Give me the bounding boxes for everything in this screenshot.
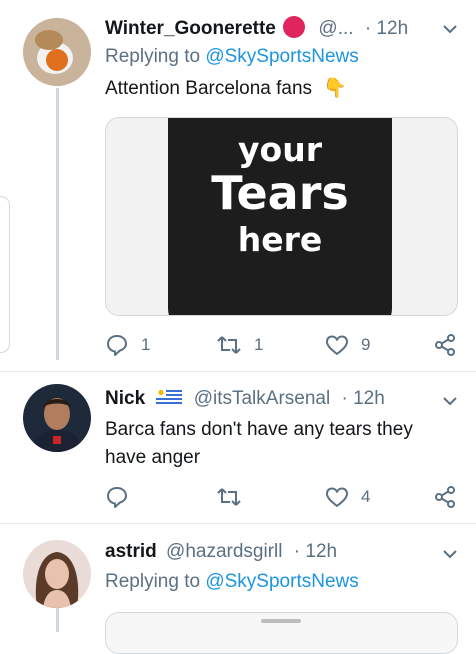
like-button[interactable]: 9 [325, 332, 370, 358]
handle[interactable]: @itsTalkArsenal [194, 388, 331, 409]
reply-button[interactable]: 1 [105, 332, 150, 358]
retweet-icon [217, 336, 241, 354]
tweet-header: Winter_Goonerette @... · 12h [105, 16, 408, 41]
avatar[interactable] [23, 384, 91, 452]
display-name[interactable]: astrid [105, 541, 157, 562]
tweet-text-line: Barca fans don't have any tears they [105, 419, 413, 440]
thread-line [56, 608, 59, 632]
chevron-down-icon[interactable] [442, 21, 458, 37]
media-image: Donate your Tears here [168, 118, 392, 315]
replying-to-link[interactable]: @SkySportsNews [205, 46, 358, 67]
media-text-here: here [237, 220, 323, 259]
replying-to-link[interactable]: @SkySportsNews [205, 571, 358, 592]
timestamp[interactable]: · 12h [341, 388, 384, 409]
tweet-text-line: have anger [105, 447, 201, 468]
media-text-donate: Donate [168, 118, 392, 125]
share-icon [435, 486, 455, 508]
retweet-count: 1 [254, 335, 264, 354]
tweet-text: Attention Barcelona fans 👇 [105, 77, 347, 101]
uruguay-flag-icon [156, 388, 183, 413]
reply-count: 1 [141, 335, 151, 354]
divider [0, 523, 476, 524]
display-name[interactable]: Nick [105, 388, 145, 409]
divider [0, 371, 476, 372]
avatar[interactable] [23, 540, 91, 608]
timestamp[interactable]: · 12h [294, 541, 337, 562]
avatar[interactable] [23, 18, 91, 86]
chevron-down-icon[interactable] [442, 393, 458, 409]
reply-icon [107, 335, 127, 356]
handle[interactable]: @... [318, 18, 353, 39]
like-count: 4 [361, 487, 371, 506]
share-icon [435, 334, 455, 356]
timestamp[interactable]: · 12h [365, 18, 408, 39]
tweet-text: Barca fans don't have any tears they hav… [105, 418, 413, 470]
media-handle [261, 619, 301, 623]
media-text-tears: Tears [211, 166, 349, 220]
partial-card-edge [0, 196, 10, 353]
status-badge-icon [283, 16, 306, 38]
heart-icon [326, 487, 348, 507]
handle[interactable]: @hazardsgirll [166, 541, 282, 562]
replying-prefix: Replying to [105, 571, 201, 592]
tweet-header: Nick @itsTalkArsenal · 12h [105, 387, 385, 413]
tweet-header: astrid @hazardsgirll · 12h [105, 540, 337, 564]
like-count: 9 [361, 335, 371, 354]
reply-icon [107, 487, 127, 508]
tweet-actions: 1 1 9 [105, 332, 460, 358]
chevron-down-icon[interactable] [442, 546, 458, 562]
replying-to-line: Replying to @SkySportsNews [105, 570, 359, 594]
tweet-media[interactable] [105, 612, 458, 654]
tweet-media[interactable]: Donate your Tears here [105, 117, 458, 316]
pointing-down-emoji-icon: 👇 [323, 78, 347, 99]
heart-icon [326, 335, 348, 355]
reply-button[interactable] [105, 484, 141, 510]
retweet-icon [217, 488, 241, 506]
share-button[interactable] [433, 332, 457, 358]
display-name[interactable]: Winter_Goonerette [105, 18, 276, 39]
replying-prefix: Replying to [105, 46, 201, 67]
thread-line [56, 88, 59, 360]
replying-to-line: Replying to @SkySportsNews [105, 45, 359, 69]
media-text-your: your [238, 130, 322, 169]
tweet-actions: 4 [105, 484, 460, 510]
like-button[interactable]: 4 [325, 484, 370, 510]
retweet-button[interactable] [216, 484, 254, 510]
retweet-button[interactable]: 1 [216, 332, 263, 358]
share-button[interactable] [433, 484, 457, 510]
tweet-text-content: Attention Barcelona fans [105, 78, 313, 99]
